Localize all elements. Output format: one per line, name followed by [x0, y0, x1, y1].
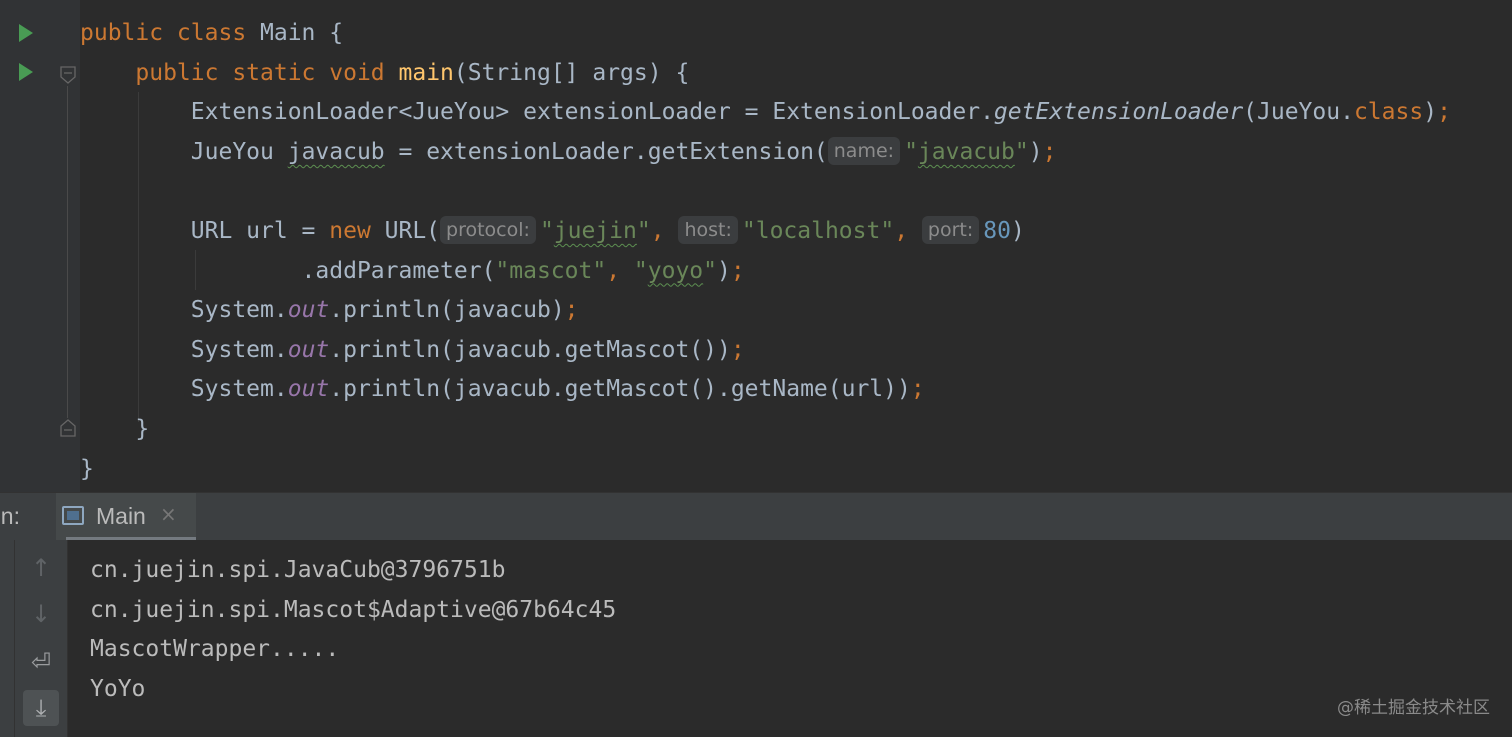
parameter-hint: host: [678, 215, 738, 244]
code-token: ) [1028, 138, 1043, 165]
code-line[interactable]: } [80, 410, 1451, 450]
code-token: out [287, 297, 330, 324]
code-token: } [80, 415, 150, 442]
code-token: ; [730, 336, 745, 363]
code-token: " [633, 257, 648, 284]
code-line[interactable]: System.out.println(javacub.getMascot()); [80, 331, 1451, 371]
code-token: 80 [983, 217, 1011, 244]
code-token: ; [1042, 138, 1057, 165]
code-line[interactable]: System.out.println(javacub.getMascot().g… [80, 370, 1451, 410]
console-line: YoYo [90, 675, 146, 702]
run-label: un: [0, 503, 20, 529]
console-window-icon [62, 506, 84, 525]
run-tool-window-header: un: Main × [0, 492, 1512, 541]
code-token: class [1353, 99, 1424, 126]
code-token: .println(javacub.getMascot().getName(url… [329, 376, 911, 403]
run-class-icon[interactable] [19, 24, 33, 42]
code-token: javacub [287, 138, 385, 165]
code-token: " [904, 138, 918, 165]
tab-main-label[interactable]: Main [96, 503, 146, 530]
code-token: (String[] args) { [453, 59, 690, 86]
code-token: ; [910, 376, 925, 403]
code-line[interactable]: ExtensionLoader<JueYou> extensionLoader … [80, 93, 1451, 133]
code-token: (JueYou. [1243, 99, 1354, 126]
code-token: getExtensionLoader [993, 99, 1244, 126]
code-token: URL url = [80, 217, 330, 244]
code-line[interactable]: public static void main(String[] args) { [80, 54, 1451, 94]
code-token: URL( [384, 217, 441, 244]
code-line[interactable]: System.out.println(javacub); [80, 291, 1451, 331]
console-line: cn.juejin.spi.JavaCub@3796751b [90, 557, 506, 583]
fold-start-icon[interactable] [60, 66, 76, 84]
code-token: new [329, 217, 385, 244]
code-text[interactable]: public class Main { public static void m… [80, 14, 1451, 489]
code-line[interactable]: } [80, 450, 1451, 490]
code-token: ExtensionLoader<JueYou> extensionLoader … [80, 99, 994, 126]
code-token: public static void [135, 59, 399, 86]
code-token: " [1014, 138, 1029, 165]
code-line[interactable]: URL url = new URL(protocol: "juejin", hos… [80, 212, 1451, 252]
close-icon[interactable]: × [160, 502, 177, 526]
code-line[interactable]: public class Main { [80, 14, 1451, 54]
fold-line [67, 86, 68, 418]
console-side-strip [0, 540, 15, 737]
code-token: System. [80, 336, 288, 363]
code-token: " [539, 217, 554, 244]
code-token: juejin [553, 217, 637, 244]
run-console: ↑ ↓ ⏎ ⤓ cn.juejin.spi.JavaCub@3796751b cn… [0, 540, 1512, 737]
code-token: ; [730, 257, 745, 284]
code-token: "localhost" [741, 217, 895, 244]
code-token: } [80, 455, 94, 482]
code-token: = extensionLoader.getExtension( [384, 138, 828, 165]
arrow-down-icon[interactable]: ↓ [23, 596, 59, 632]
console-output[interactable]: cn.juejin.spi.JavaCub@3796751b cn.juejin.… [90, 551, 616, 709]
code-line[interactable] [80, 172, 1451, 212]
console-line: MascotWrapper..... [90, 636, 340, 663]
code-token: "mascot" [495, 257, 607, 284]
code-token: ) [1423, 99, 1438, 126]
code-token: , [650, 217, 679, 244]
code-token: ; [564, 297, 579, 324]
code-token: yoyo [647, 257, 704, 284]
editor-gutter [0, 0, 80, 492]
parameter-hint: protocol: [440, 215, 536, 244]
code-token: ) [1010, 217, 1025, 244]
code-token: .addParameter( [80, 257, 496, 284]
code-token: , [894, 217, 922, 244]
code-token: " [703, 257, 718, 284]
code-token: .println(javacub.getMascot()) [329, 336, 731, 363]
code-line[interactable]: .addParameter("mascot", "yoyo"); [80, 252, 1451, 292]
arrow-up-icon[interactable]: ↑ [23, 550, 59, 586]
code-token: javacub [917, 138, 1015, 165]
code-token: System. [80, 297, 288, 324]
code-token: , [606, 257, 634, 284]
code-line[interactable]: JueYou javacub = extensionLoader.getExte… [80, 133, 1451, 173]
watermark: @稀土掘金技术社区 [1337, 698, 1490, 718]
soft-wrap-icon[interactable]: ⏎ [23, 644, 59, 680]
code-token: public class [80, 20, 261, 46]
console-toolbar: ↑ ↓ ⏎ ⤓ [15, 540, 68, 737]
run-main-icon[interactable] [19, 63, 33, 81]
code-token: main [398, 59, 454, 86]
code-token: JueYou [80, 138, 288, 165]
code-token: .println(javacub) [329, 297, 565, 324]
scroll-to-end-icon[interactable]: ⤓ [23, 690, 59, 726]
code-token: Main { [260, 20, 344, 46]
fold-end-icon[interactable] [60, 419, 76, 437]
code-token: ; [1437, 99, 1451, 126]
code-token: " [636, 217, 651, 244]
code-editor[interactable]: public class Main { public static void m… [0, 0, 1512, 492]
code-token: System. [80, 376, 288, 403]
parameter-hint: name: [827, 136, 901, 165]
code-token: out [287, 376, 330, 403]
code-token: out [287, 336, 330, 363]
parameter-hint: port: [921, 215, 980, 244]
code-token: ) [717, 257, 731, 284]
console-line: cn.juejin.spi.Mascot$Adaptive@67b64c45 [90, 596, 617, 623]
